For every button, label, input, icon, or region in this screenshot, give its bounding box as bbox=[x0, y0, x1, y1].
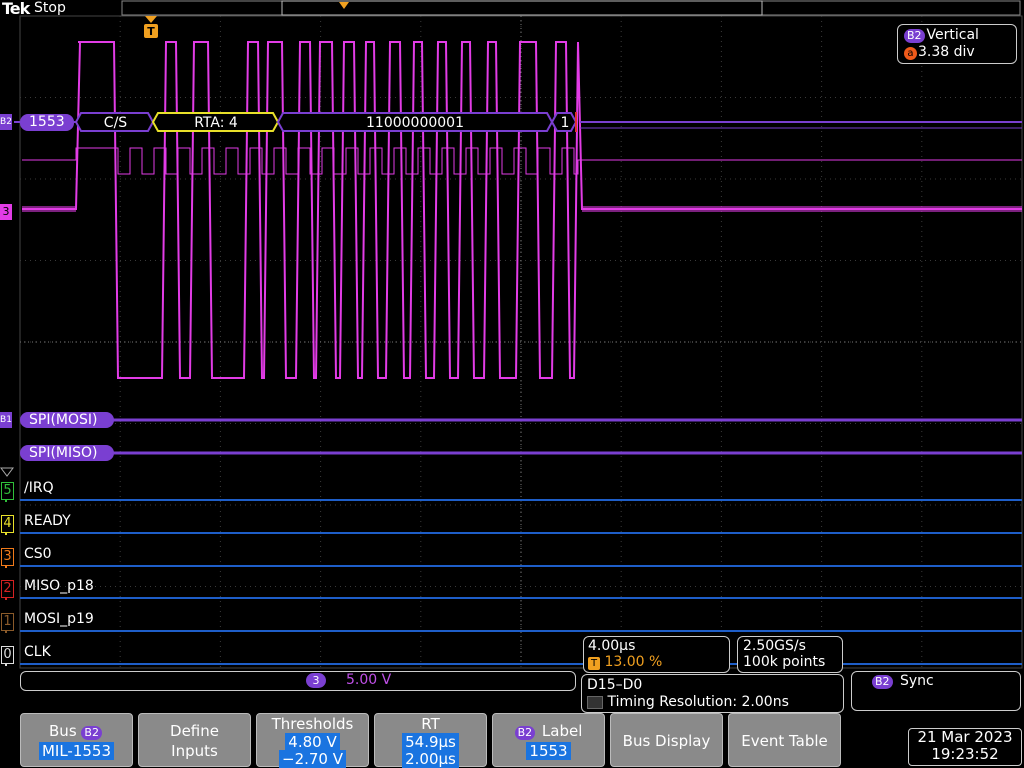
channel-scale-bar[interactable]: 3 5.00 V bbox=[20, 671, 576, 691]
digital-ch4-marker[interactable]: 4 bbox=[1, 515, 14, 533]
threshold-low: −2.70 V bbox=[279, 750, 346, 768]
spi-miso-label: SPI(MISO) bbox=[29, 445, 98, 461]
define-inputs-line1: Define bbox=[170, 722, 219, 740]
sync-readout[interactable]: B2 Sync bbox=[851, 671, 1021, 711]
record-view-bar[interactable] bbox=[121, 0, 1021, 16]
rt-value-1: 54.9µs bbox=[402, 733, 459, 751]
digital-ch2-label: MISO_p18 bbox=[24, 578, 94, 594]
vertical-readout[interactable]: B2 Vertical a 3.38 div bbox=[897, 24, 1017, 64]
thresholds-label: Thresholds bbox=[271, 715, 354, 733]
datetime-readout: 21 Mar 2023 19:23:52 bbox=[908, 728, 1022, 766]
event-table-button[interactable]: Event Table bbox=[728, 713, 841, 767]
label-button-label: Label bbox=[541, 722, 583, 740]
rt-button[interactable]: RT 54.9µs 2.00µs bbox=[374, 713, 487, 768]
digital-ch4-label: READY bbox=[24, 513, 71, 529]
sync-label: Sync bbox=[900, 673, 934, 689]
define-inputs-line2: Inputs bbox=[171, 742, 218, 760]
bus-b2-marker[interactable]: B2 bbox=[0, 114, 12, 130]
label-value: 1553 bbox=[526, 742, 571, 760]
bus-badge-icon: B2 bbox=[904, 29, 925, 43]
vertical-value: 3.38 div bbox=[918, 44, 975, 60]
digital-ch0-marker[interactable]: 0 bbox=[1, 646, 14, 664]
digital-ch1-marker[interactable]: 1 bbox=[1, 613, 14, 631]
ch3-waveform bbox=[22, 41, 1022, 379]
digital-range: D15–D0 bbox=[587, 677, 643, 693]
label-button[interactable]: B2 Label 1553 bbox=[492, 713, 605, 767]
acquisition-readout[interactable]: 2.50GS/s 100k points bbox=[737, 636, 843, 673]
thresholds-button[interactable]: Thresholds 4.80 V −2.70 V bbox=[256, 713, 369, 768]
timing-resolution-icon bbox=[587, 695, 603, 709]
digital-lines bbox=[0, 467, 1022, 666]
record-view-window[interactable] bbox=[281, 0, 763, 16]
ch3-badge-icon: 3 bbox=[306, 673, 326, 688]
define-inputs-button[interactable]: Define Inputs bbox=[138, 713, 251, 767]
digital-ch5-label: /IRQ bbox=[24, 480, 54, 496]
brand-logo: Tek bbox=[2, 0, 30, 18]
timing-resolution: Timing Resolution: 2.00ns bbox=[607, 694, 789, 710]
timebase-scale: 4.00µs bbox=[588, 638, 636, 654]
record-length: 100k points bbox=[743, 654, 826, 670]
rt-value-2: 2.00µs bbox=[402, 750, 459, 768]
sample-rate: 2.50GS/s bbox=[743, 638, 806, 654]
multipurpose-knob-a-icon: a bbox=[904, 47, 917, 60]
time: 19:23:52 bbox=[931, 745, 999, 763]
event-table-label: Event Table bbox=[741, 732, 828, 750]
digital-ch0-label: CLK bbox=[24, 644, 51, 660]
acquisition-state[interactable]: Stop bbox=[34, 0, 66, 16]
trigger-position-letter: T bbox=[147, 25, 155, 38]
digital-ch1-label: MOSI_p19 bbox=[24, 611, 94, 627]
date: 21 Mar 2023 bbox=[917, 728, 1013, 746]
bus-segment-data[interactable]: 11000000001 bbox=[280, 115, 550, 131]
threshold-high: 4.80 V bbox=[285, 733, 340, 751]
ch3-scale: 5.00 V bbox=[346, 672, 392, 688]
spi-mosi-label: SPI(MOSI) bbox=[29, 412, 98, 428]
trigger-icon: T bbox=[588, 657, 600, 670]
vertical-title: Vertical bbox=[926, 27, 979, 43]
digital-readout[interactable]: D15–D0 Timing Resolution: 2.00ns bbox=[581, 674, 844, 713]
digital-ch5-marker[interactable]: 5 bbox=[1, 482, 14, 500]
bus-label: 1553 bbox=[29, 114, 65, 130]
trigger-position: 13.00 % bbox=[604, 654, 663, 670]
digital-ch3-label: CS0 bbox=[24, 546, 52, 562]
rt-label: RT bbox=[421, 715, 440, 733]
timebase-readout[interactable]: 4.00µs T 13.00 % bbox=[583, 636, 730, 673]
bus-segment-parity[interactable]: 1 bbox=[554, 115, 576, 131]
bus-display-label: Bus Display bbox=[622, 732, 711, 750]
bus-button-label: Bus bbox=[49, 722, 77, 740]
record-trigger-marker-icon bbox=[339, 2, 349, 9]
bus-b1-marker[interactable]: B1 bbox=[0, 412, 12, 428]
sync-bus-badge-icon: B2 bbox=[872, 675, 893, 689]
bus-display-button[interactable]: Bus Display bbox=[610, 713, 723, 767]
digital-ch2-marker[interactable]: 2 bbox=[1, 580, 14, 598]
bus-segment-cs[interactable]: C/S bbox=[78, 115, 153, 131]
bus-type-value: MIL-1553 bbox=[38, 742, 115, 760]
bus-button[interactable]: Bus B2 MIL-1553 bbox=[20, 713, 133, 767]
label-bus-badge-icon: B2 bbox=[514, 726, 536, 740]
bus-segment-rta[interactable]: RTA: 4 bbox=[155, 115, 277, 131]
trigger-arrow-icon bbox=[145, 16, 157, 23]
ch3-ground-marker[interactable]: 3 bbox=[0, 204, 12, 220]
digital-ch3-marker[interactable]: 3 bbox=[1, 548, 14, 566]
bus-button-badge-icon: B2 bbox=[81, 726, 102, 740]
